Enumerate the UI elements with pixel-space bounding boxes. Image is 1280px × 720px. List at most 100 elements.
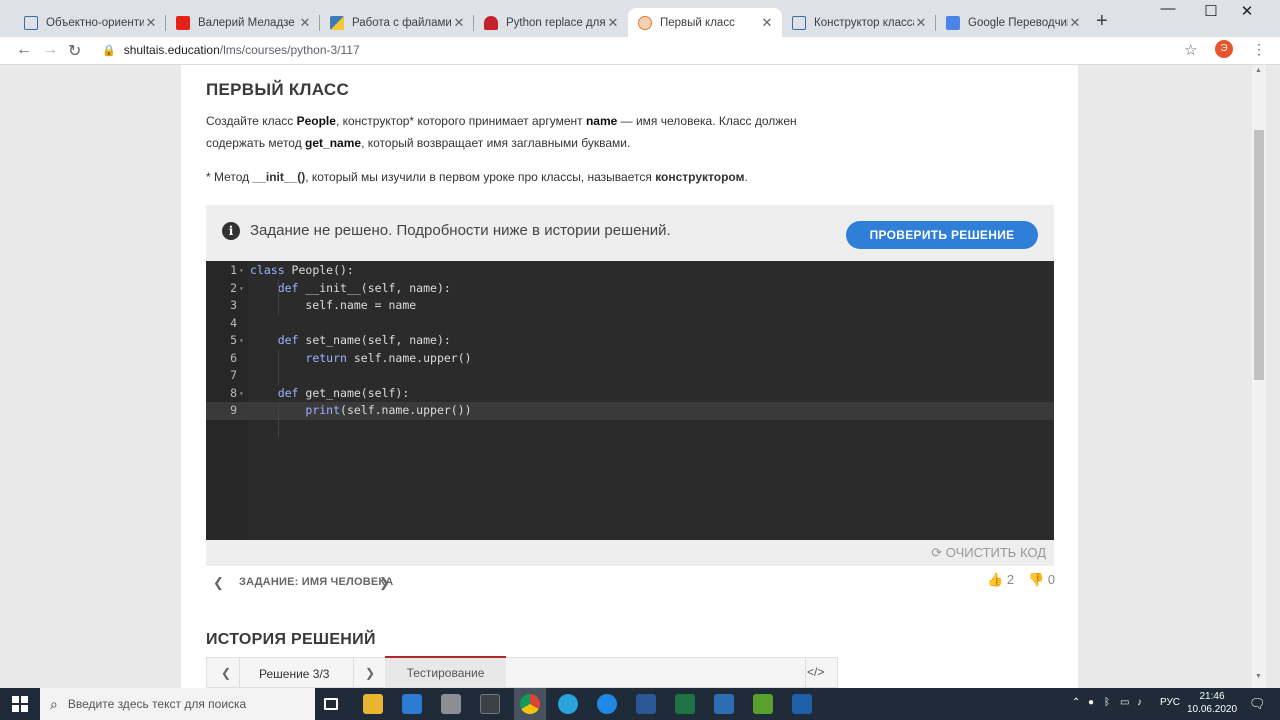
browser-menu-icon[interactable]: ⋮	[1252, 41, 1266, 58]
tab-title: Объектно-ориентиров	[46, 16, 144, 29]
url-domain: shultais.education	[123, 43, 220, 57]
scroll-up-icon[interactable]: ▲	[1255, 67, 1262, 74]
excel-icon[interactable]	[675, 694, 695, 714]
dislike-count: 0	[1047, 572, 1056, 587]
windows-start-icon[interactable]	[12, 696, 28, 712]
footnote-bold: __init__()	[252, 170, 306, 184]
back-icon[interactable]: ←	[16, 41, 32, 59]
browser-tab[interactable]: Python replace для стр ✕	[474, 8, 628, 37]
browser-tab[interactable]: Конструктор класса – и ✕	[782, 8, 936, 37]
tab-title: Google Переводчик	[968, 16, 1068, 29]
dislike-button[interactable]: 👎 0	[1028, 572, 1055, 588]
telegram-icon[interactable]	[558, 694, 578, 714]
close-icon[interactable]: ✕	[298, 15, 312, 31]
volume-icon[interactable]: ♪	[1137, 697, 1142, 708]
thumbs-up-icon: 👍	[987, 572, 1004, 587]
desc-bold: get_name	[305, 136, 362, 150]
line-number: 8	[230, 385, 237, 400]
line-number: 5	[230, 333, 237, 347]
reload-icon[interactable]: ↻	[68, 41, 81, 61]
browser-tab[interactable]: Google Переводчик ✕	[936, 8, 1090, 37]
clock-date: 10.06.2020	[1186, 704, 1238, 715]
code-line[interactable]: 2 ▾ def __init__(self, name):	[206, 280, 1054, 298]
fold-arrow-icon[interactable]: ▾	[239, 262, 244, 280]
close-icon[interactable]: ✕	[1068, 15, 1082, 31]
desc-bold: People	[296, 114, 336, 128]
photo-icon[interactable]	[714, 694, 734, 714]
doc-icon	[792, 15, 806, 30]
code-text: class People():	[250, 263, 354, 277]
like-button[interactable]: 👍 2	[987, 572, 1014, 588]
code-line[interactable]: 6 return self.name.upper()	[206, 350, 1054, 368]
maximize-icon[interactable]: ☐	[1196, 2, 1226, 20]
tab-title: Python replace для стр	[506, 16, 606, 29]
fold-arrow-icon[interactable]: ▾	[239, 332, 244, 350]
scrollbar-thumb[interactable]	[1254, 130, 1264, 380]
code-line[interactable]: 5 ▾ def set_name(self, name):	[206, 332, 1054, 350]
reset-icon: ⟳	[931, 545, 943, 560]
browser-tab[interactable]: Работа с файлами в Py ✕	[320, 8, 474, 37]
code-line[interactable]: 1 ▾ class People():	[206, 262, 1054, 280]
forward-icon[interactable]: →	[42, 41, 58, 59]
code-view-icon[interactable]: </>	[807, 665, 824, 679]
teamviewer-icon[interactable]	[597, 694, 617, 714]
store-icon[interactable]	[480, 694, 500, 714]
indent-guide	[278, 350, 279, 385]
mail-icon[interactable]	[402, 694, 422, 714]
task-view-icon[interactable]	[324, 698, 338, 710]
clock[interactable]: 21:46 10.06.2020	[1184, 690, 1240, 716]
language-indicator[interactable]: РУС	[1160, 697, 1180, 708]
bluetooth-icon[interactable]: ᛒ	[1104, 697, 1110, 708]
close-icon[interactable]: ✕	[144, 15, 158, 31]
fold-arrow-icon[interactable]: ▾	[239, 280, 244, 298]
page-scrollbar[interactable]: ▲ ▼	[1252, 65, 1266, 688]
browser-tab-active[interactable]: Первый класс ✕	[628, 8, 782, 37]
close-icon[interactable]: ✕	[452, 15, 466, 31]
shultais-icon	[638, 15, 652, 30]
next-solution-chevron-icon[interactable]: ❯	[365, 666, 375, 680]
close-icon[interactable]: ✕	[760, 15, 774, 31]
close-icon[interactable]: ✕	[606, 15, 620, 31]
notepad-icon[interactable]	[753, 694, 773, 714]
fold-arrow-icon[interactable]: ▾	[239, 385, 244, 403]
clear-code-button[interactable]: ⟳ ОЧИСТИТЬ КОД	[931, 545, 1046, 561]
task-link[interactable]: ЗАДАНИЕ: ИМЯ ЧЕЛОВЕКА	[239, 576, 393, 588]
code-line[interactable]: 9 print(self.name.upper())	[206, 402, 1054, 420]
bookmark-star-icon[interactable]: ☆	[1184, 41, 1197, 59]
code-line[interactable]: 4	[206, 315, 1054, 333]
new-tab-button[interactable]: +	[1096, 10, 1108, 33]
scroll-down-icon[interactable]: ▼	[1255, 673, 1262, 680]
browser-tab[interactable]: Объектно-ориентиров ✕	[14, 8, 166, 37]
code-line[interactable]: 3 self.name = name	[206, 297, 1054, 315]
tab-testing[interactable]: Тестирование	[385, 656, 506, 687]
code-editor[interactable]: 1 ▾ class People(): 2 ▾ def __init__(self, n…	[206, 261, 1054, 540]
file-explorer-icon[interactable]	[363, 694, 383, 714]
chrome-taskbar-button[interactable]	[514, 688, 546, 720]
taskbar-search-input[interactable]: ⌕ Введите здесь текст для поиска	[40, 688, 315, 720]
tray-chevron-icon[interactable]: ⌃	[1072, 697, 1080, 708]
code-text: def __init__(self, name):	[277, 280, 451, 295]
close-icon[interactable]: ✕	[914, 15, 928, 31]
code-text: print(self.name.upper())	[305, 403, 472, 417]
next-task-chevron-icon[interactable]: ❯	[379, 575, 390, 591]
notifications-icon[interactable]: 🗨	[1249, 696, 1266, 712]
profile-avatar[interactable]: Э	[1215, 40, 1233, 58]
word-icon[interactable]	[636, 694, 656, 714]
close-window-icon[interactable]: ✕	[1232, 2, 1262, 20]
app-icon[interactable]	[441, 694, 461, 714]
prev-solution-chevron-icon[interactable]: ❮	[221, 666, 231, 680]
minimize-icon[interactable]: —	[1153, 0, 1183, 17]
browser-tab[interactable]: Валерий Меладзе - Но ✕	[166, 8, 320, 37]
code-text: def set_name(self, name):	[277, 333, 451, 347]
powershell-icon[interactable]	[792, 694, 812, 714]
footnote-bold: конструктором	[655, 170, 745, 184]
prev-task-chevron-icon[interactable]: ❮	[213, 575, 224, 591]
tab-title: Валерий Меладзе - Но	[198, 16, 298, 29]
address-bar[interactable]: 🔒 shultais.education /lms/courses/python…	[92, 39, 1208, 61]
check-solution-button[interactable]: ПРОВЕРИТЬ РЕШЕНИЕ	[846, 221, 1038, 249]
indent-guide	[278, 280, 279, 315]
code-line[interactable]: 7	[206, 367, 1054, 385]
network-icon[interactable]: ▭	[1120, 697, 1129, 708]
people-icon[interactable]: ●	[1088, 697, 1094, 708]
code-line[interactable]: 8 ▾ def get_name(self):	[206, 385, 1054, 403]
